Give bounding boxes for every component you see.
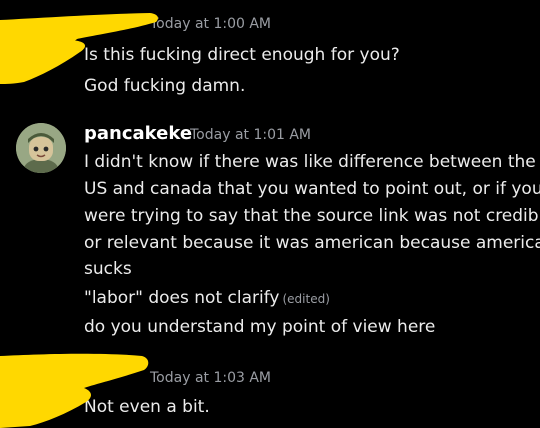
redaction-scribble (0, 13, 158, 428)
